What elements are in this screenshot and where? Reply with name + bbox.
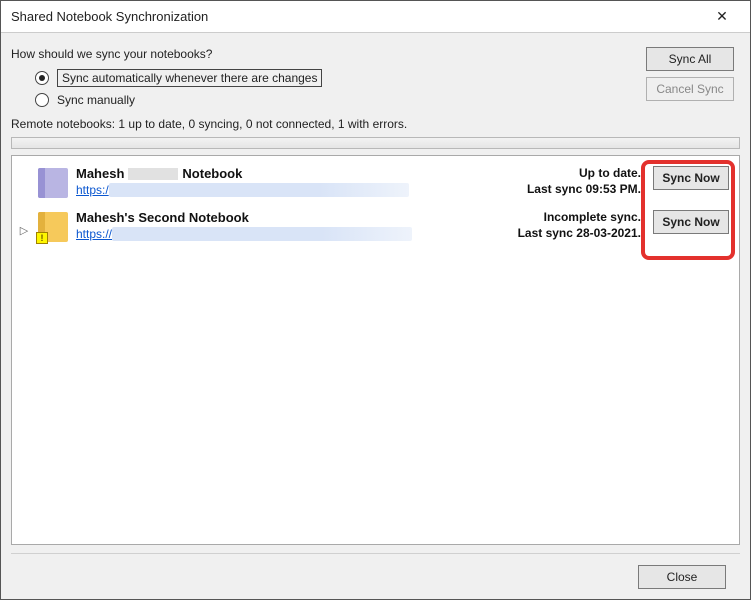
radio-manual-button[interactable] <box>35 93 49 107</box>
cancel-sync-button: Cancel Sync <box>646 77 734 101</box>
sync-now-button[interactable]: Sync Now <box>653 166 729 190</box>
radio-manual-row[interactable]: Sync manually <box>35 93 634 107</box>
dialog-body: How should we sync your notebooks? Sync … <box>1 33 750 599</box>
notebook-link-row: https:// <box>76 227 507 241</box>
notebook-status: Incomplete sync. Last sync 28-03-2021. <box>515 210 645 240</box>
radio-auto-label: Sync automatically whenever there are ch… <box>57 69 322 87</box>
notebook-list-panel: Mahesh Notebook https:/ Up to date. Last… <box>11 155 740 545</box>
notebook-name-suffix: Notebook <box>182 166 242 181</box>
sync-settings: How should we sync your notebooks? Sync … <box>11 41 634 113</box>
radio-manual-label: Sync manually <box>57 93 135 107</box>
warning-icon: ! <box>36 232 48 244</box>
notebook-status-text: Up to date. <box>515 166 641 180</box>
notebook-info: Mahesh's Second Notebook https:// <box>76 210 507 241</box>
notebook-name: Mahesh's Second Notebook <box>76 210 507 225</box>
notebook-info: Mahesh Notebook https:/ <box>76 166 507 197</box>
notebook-url-link[interactable]: https:/ <box>76 183 109 197</box>
notebook-row: Mahesh Notebook https:/ Up to date. Last… <box>18 162 729 206</box>
expander-icon[interactable]: ▷ <box>18 210 30 237</box>
notebook-last-sync: Last sync 09:53 PM. <box>515 182 641 196</box>
radio-auto-button[interactable] <box>35 71 49 85</box>
notebook-icon: ! <box>38 212 68 242</box>
sync-all-button[interactable]: Sync All <box>646 47 734 71</box>
notebook-name-full: Mahesh's Second Notebook <box>76 210 249 225</box>
remote-status-line: Remote notebooks: 1 up to date, 0 syncin… <box>11 117 740 131</box>
notebook-icon <box>38 168 68 198</box>
close-button[interactable]: Close <box>638 565 726 589</box>
notebook-status-text: Incomplete sync. <box>515 210 641 224</box>
redacted-url <box>112 227 412 241</box>
sync-question: How should we sync your notebooks? <box>11 47 634 61</box>
sync-now-button[interactable]: Sync Now <box>653 210 729 234</box>
notebook-last-sync: Last sync 28-03-2021. <box>515 226 641 240</box>
redacted-text <box>128 168 178 180</box>
titlebar: Shared Notebook Synchronization ✕ <box>1 1 750 33</box>
expander-placeholder <box>18 166 30 180</box>
top-row: How should we sync your notebooks? Sync … <box>11 41 740 113</box>
notebook-name: Mahesh Notebook <box>76 166 507 181</box>
notebook-link-row: https:/ <box>76 183 507 197</box>
dialog-window: Shared Notebook Synchronization ✕ How sh… <box>0 0 751 600</box>
radio-auto-row[interactable]: Sync automatically whenever there are ch… <box>35 69 634 87</box>
notebook-name-prefix: Mahesh <box>76 166 124 181</box>
redacted-url <box>109 183 409 197</box>
window-title: Shared Notebook Synchronization <box>11 9 702 24</box>
top-buttons: Sync All Cancel Sync <box>646 47 734 101</box>
close-icon[interactable]: ✕ <box>702 1 742 32</box>
dialog-footer: Close <box>11 553 740 599</box>
notebook-status: Up to date. Last sync 09:53 PM. <box>515 166 645 196</box>
notebook-row: ▷ ! Mahesh's Second Notebook https:// <box>18 206 729 250</box>
separator-bar <box>11 137 740 149</box>
notebook-url-link[interactable]: https:// <box>76 227 112 241</box>
